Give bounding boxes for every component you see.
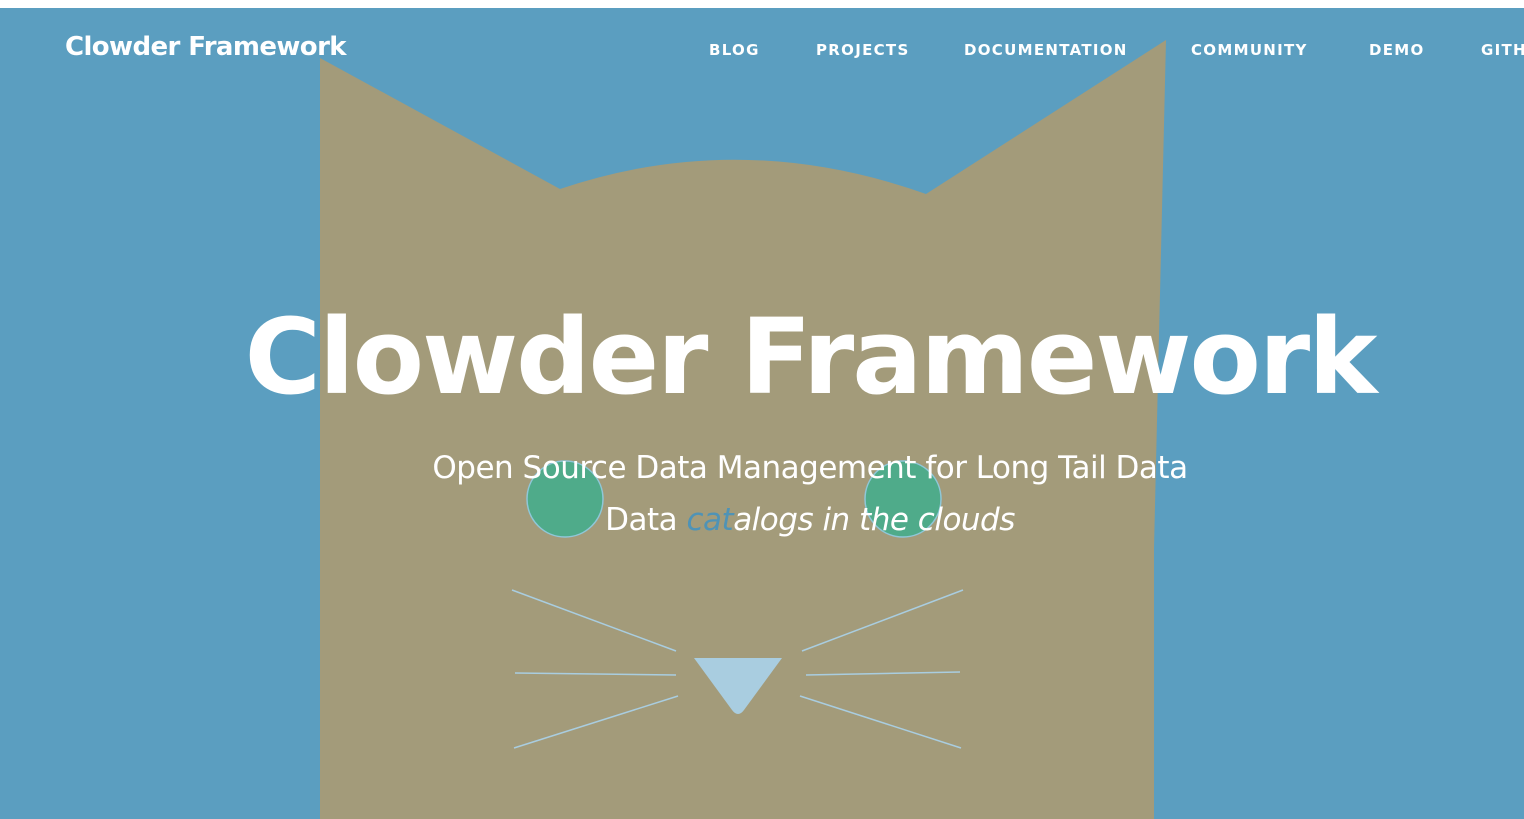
tagline-highlight: cat <box>686 502 734 538</box>
hero-title: Clowder Framework <box>244 296 1378 418</box>
brand-link[interactable]: Clowder Framework <box>65 32 347 62</box>
nav-link-github[interactable]: GITH <box>1481 41 1524 59</box>
tagline-suffix: alogs in the clouds <box>733 502 1015 538</box>
hero-tagline: Data catalogs in the clouds <box>0 502 1524 538</box>
tagline-prefix: Data <box>605 502 687 538</box>
nav-link-blog[interactable]: BLOG <box>709 41 760 59</box>
top-navbar: Clowder Framework BLOG PROJECTS DOCUMENT… <box>0 8 1524 92</box>
nav-link-demo[interactable]: DEMO <box>1369 41 1425 59</box>
hero-subtitle: Open Source Data Management for Long Tai… <box>432 450 1188 486</box>
nav-link-projects[interactable]: PROJECTS <box>816 41 910 59</box>
nav-link-community[interactable]: COMMUNITY <box>1191 41 1308 59</box>
nav-link-documentation[interactable]: DOCUMENTATION <box>964 41 1128 59</box>
hero-section: Clowder Framework BLOG PROJECTS DOCUMENT… <box>0 8 1524 819</box>
